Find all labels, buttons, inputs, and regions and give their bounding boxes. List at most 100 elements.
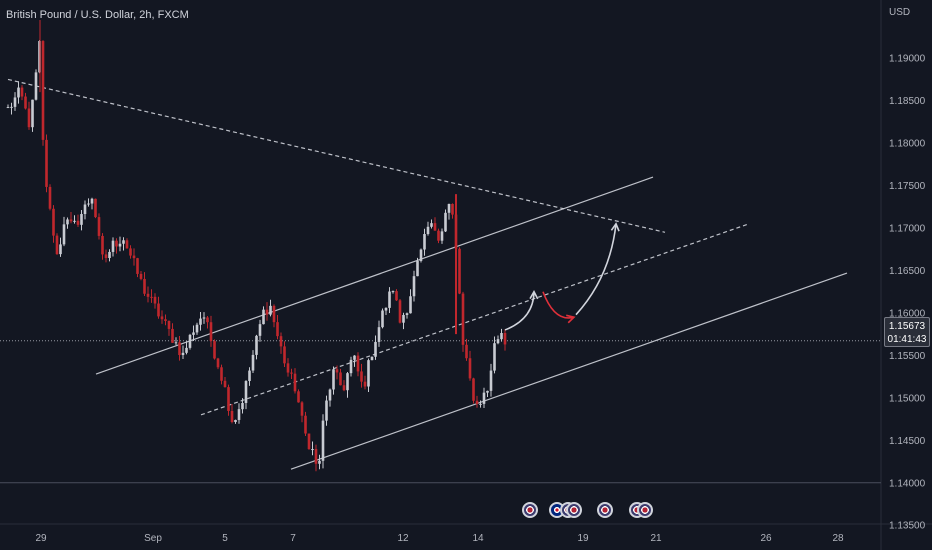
up-candle bbox=[321, 420, 325, 461]
up-candle bbox=[6, 107, 10, 109]
down-candle bbox=[27, 108, 31, 128]
down-candle bbox=[125, 240, 129, 249]
price-axis[interactable]: 1.135001.140001.145001.150001.155001.160… bbox=[889, 54, 926, 532]
up-candle bbox=[391, 291, 395, 293]
up-candle bbox=[199, 318, 202, 325]
down-candle bbox=[167, 320, 171, 329]
us-flag-icon[interactable] bbox=[637, 502, 653, 518]
price-tick-label: 1.13500 bbox=[889, 521, 926, 532]
up-candle bbox=[10, 106, 13, 108]
up-candle bbox=[31, 99, 34, 128]
up-candle bbox=[83, 204, 87, 215]
up-candle bbox=[181, 352, 185, 356]
price-tick-label: 1.18000 bbox=[889, 139, 926, 150]
up-candle bbox=[255, 335, 258, 355]
time-axis[interactable]: 29 Sep 5 7 12 14 19 21 26 28 bbox=[35, 533, 844, 544]
up-candle bbox=[87, 203, 90, 205]
up-candle bbox=[241, 402, 244, 410]
price-tick-label: 1.17000 bbox=[889, 224, 926, 235]
down-candle bbox=[468, 358, 472, 379]
up-candle bbox=[374, 341, 377, 357]
up-candle bbox=[269, 305, 272, 315]
down-candle bbox=[213, 341, 216, 359]
down-candle bbox=[76, 220, 80, 225]
price-tick-label: 1.14000 bbox=[889, 478, 926, 489]
time-tick-label: Sep bbox=[144, 533, 162, 544]
us-flag-icon[interactable] bbox=[597, 502, 613, 518]
down-candle bbox=[230, 410, 234, 423]
projection-arrow bbox=[575, 223, 617, 316]
up-candle bbox=[111, 240, 115, 252]
up-candle bbox=[388, 291, 391, 308]
up-candle bbox=[430, 223, 433, 227]
down-candle bbox=[465, 344, 468, 359]
descending-resistance-line bbox=[7, 78, 666, 233]
down-candle bbox=[286, 363, 290, 373]
price-tick-label: 1.19000 bbox=[889, 54, 926, 65]
down-candle bbox=[52, 208, 55, 236]
down-candle bbox=[101, 235, 104, 255]
up-candle bbox=[496, 339, 500, 344]
up-candle bbox=[482, 392, 486, 404]
down-candle bbox=[437, 230, 440, 241]
down-candle bbox=[94, 198, 97, 218]
down-candle bbox=[314, 449, 318, 464]
up-candle bbox=[444, 212, 447, 232]
down-candle bbox=[265, 309, 269, 315]
up-candle bbox=[440, 231, 444, 241]
last-price-tag: 1.15673 01:41:43 bbox=[884, 317, 930, 347]
price-tick-label: 1.14500 bbox=[889, 436, 926, 447]
candlestick-chart[interactable]: 1.135001.140001.145001.150001.155001.160… bbox=[0, 0, 932, 550]
down-candle bbox=[360, 371, 363, 382]
up-candle bbox=[174, 342, 178, 344]
up-candle bbox=[17, 87, 20, 98]
down-candle bbox=[395, 291, 398, 301]
down-candle bbox=[290, 372, 293, 374]
up-candle bbox=[346, 373, 349, 391]
bar-countdown: 01:41:43 bbox=[887, 334, 927, 345]
down-candle bbox=[220, 367, 223, 381]
down-candle bbox=[335, 369, 339, 373]
down-candle bbox=[206, 317, 209, 323]
currency-label: USD bbox=[889, 7, 911, 18]
time-tick-label: 29 bbox=[35, 533, 47, 544]
down-candle bbox=[363, 381, 367, 387]
us-flag-icon[interactable] bbox=[566, 502, 582, 518]
up-candle bbox=[195, 324, 199, 333]
up-candle bbox=[318, 460, 321, 464]
down-candle bbox=[157, 303, 160, 317]
down-candle bbox=[398, 300, 402, 323]
time-tick-label: 5 bbox=[222, 533, 228, 544]
down-candle bbox=[115, 240, 118, 247]
down-candle bbox=[458, 248, 461, 294]
down-candle bbox=[136, 258, 139, 274]
down-candle bbox=[272, 305, 276, 323]
down-candle bbox=[139, 273, 143, 279]
down-candle bbox=[356, 355, 360, 372]
up-candle bbox=[370, 356, 374, 361]
up-candle bbox=[349, 359, 353, 374]
down-candle bbox=[45, 139, 48, 187]
down-candle bbox=[24, 96, 27, 109]
down-candle bbox=[178, 342, 181, 356]
down-candle bbox=[293, 373, 297, 392]
up-candle bbox=[489, 370, 493, 391]
down-candle bbox=[276, 322, 279, 337]
down-candle bbox=[132, 255, 136, 259]
down-candle bbox=[227, 387, 230, 411]
up-candle bbox=[73, 220, 76, 222]
up-candle bbox=[328, 389, 332, 401]
down-candle bbox=[69, 219, 73, 222]
down-candle bbox=[297, 391, 300, 403]
time-tick-label: 19 bbox=[577, 533, 589, 544]
up-candle bbox=[402, 314, 405, 323]
up-candle bbox=[332, 369, 335, 390]
up-candle bbox=[500, 332, 503, 340]
us-flag-icon[interactable] bbox=[522, 502, 538, 518]
down-candle bbox=[433, 223, 437, 231]
down-candle bbox=[97, 217, 101, 236]
down-candle bbox=[48, 186, 52, 209]
up-candle bbox=[90, 198, 94, 204]
down-candle bbox=[283, 346, 286, 364]
candle-series bbox=[6, 20, 507, 472]
